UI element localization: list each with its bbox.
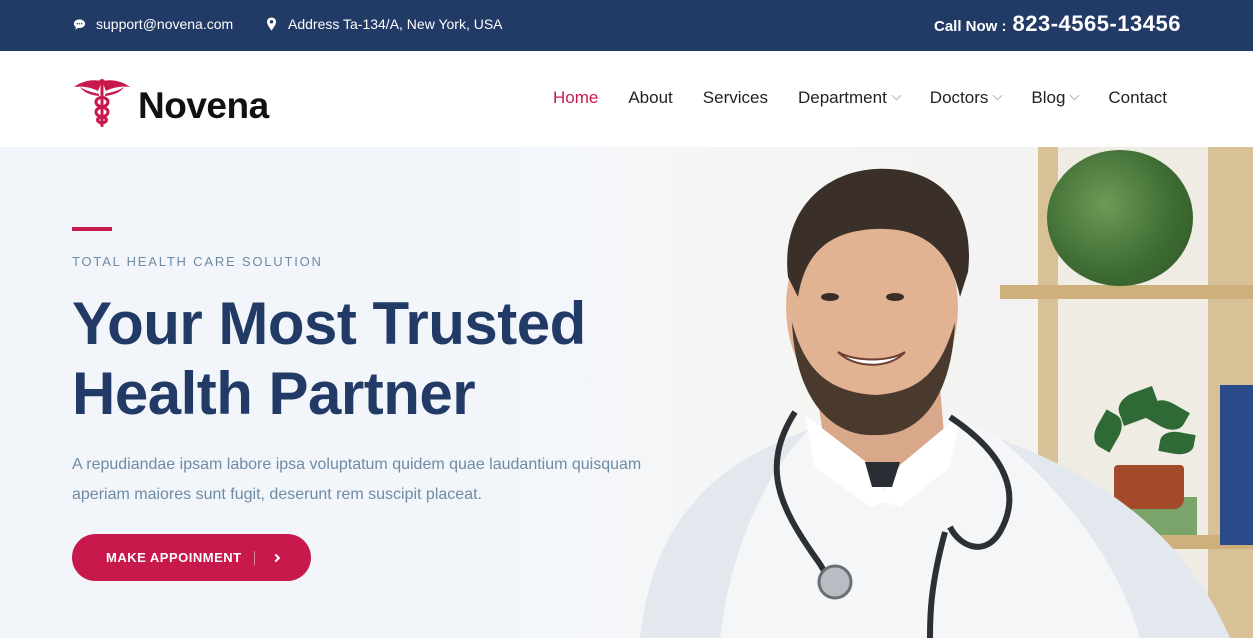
call-now[interactable]: Call Now : 823-4565-13456 (934, 11, 1181, 37)
nav-item-services[interactable]: Services (703, 88, 768, 108)
top-contact-bar: support@novena.com Address Ta-134/A, New… (0, 0, 1253, 51)
nav-item-about[interactable]: About (628, 88, 672, 108)
hero-title: Your Most Trusted Health Partner (72, 289, 632, 429)
cta-label: MAKE APPOINMENT (106, 550, 242, 565)
email-text: support@novena.com (96, 16, 234, 32)
nav-item-doctors[interactable]: Doctors (929, 88, 1003, 108)
chevron-down-icon (992, 90, 1003, 101)
nav-label: Doctors (929, 88, 989, 107)
chevron-right-icon (271, 553, 280, 562)
nav-label: About (628, 88, 673, 107)
hero-banner: TOTAL HEALTH CARE SOLUTION Your Most Tru… (0, 147, 1253, 638)
caduceus-icon (72, 77, 132, 134)
address-text: Address Ta-134/A, New York, USA (288, 16, 503, 32)
nav-label: Contact (1108, 88, 1167, 107)
hero-eyebrow: TOTAL HEALTH CARE SOLUTION (72, 254, 323, 269)
nav-item-blog[interactable]: Blog (1031, 88, 1080, 108)
nav-item-contact[interactable]: Contact (1108, 88, 1167, 108)
call-label: Call Now : (934, 18, 1007, 35)
nav-label: Blog (1031, 88, 1066, 107)
nav-label: Services (702, 88, 768, 107)
address-contact: Address Ta-134/A, New York, USA (264, 16, 503, 32)
chevron-down-icon (891, 90, 902, 101)
chevron-down-icon (1069, 90, 1080, 101)
nav-item-home[interactable]: Home (553, 88, 598, 108)
site-logo[interactable]: Novena (72, 77, 269, 134)
map-pin-icon (264, 17, 278, 31)
brand-name: Novena (138, 84, 269, 126)
chat-bubble-icon (72, 17, 86, 31)
make-appointment-button[interactable]: MAKE APPOINMENT (72, 534, 311, 581)
main-navbar: Novena Home About Services Department Do… (0, 51, 1253, 147)
call-number[interactable]: 823-4565-13456 (1013, 11, 1181, 37)
hero-description: A repudiandae ipsam labore ipsa voluptat… (72, 456, 642, 503)
cta-separator (253, 550, 255, 565)
nav-label: Department (797, 88, 887, 107)
doctor-photo (640, 168, 1230, 638)
main-menu: Home About Services Department Doctors B… (553, 88, 1167, 108)
accent-divider (72, 227, 112, 231)
nav-label: Home (552, 88, 599, 107)
hero-title-line-2: Health Partner (72, 360, 476, 427)
hero-title-line-1: Your Most Trusted (72, 290, 586, 357)
nav-item-department[interactable]: Department (797, 88, 902, 108)
email-contact[interactable]: support@novena.com (72, 16, 233, 32)
